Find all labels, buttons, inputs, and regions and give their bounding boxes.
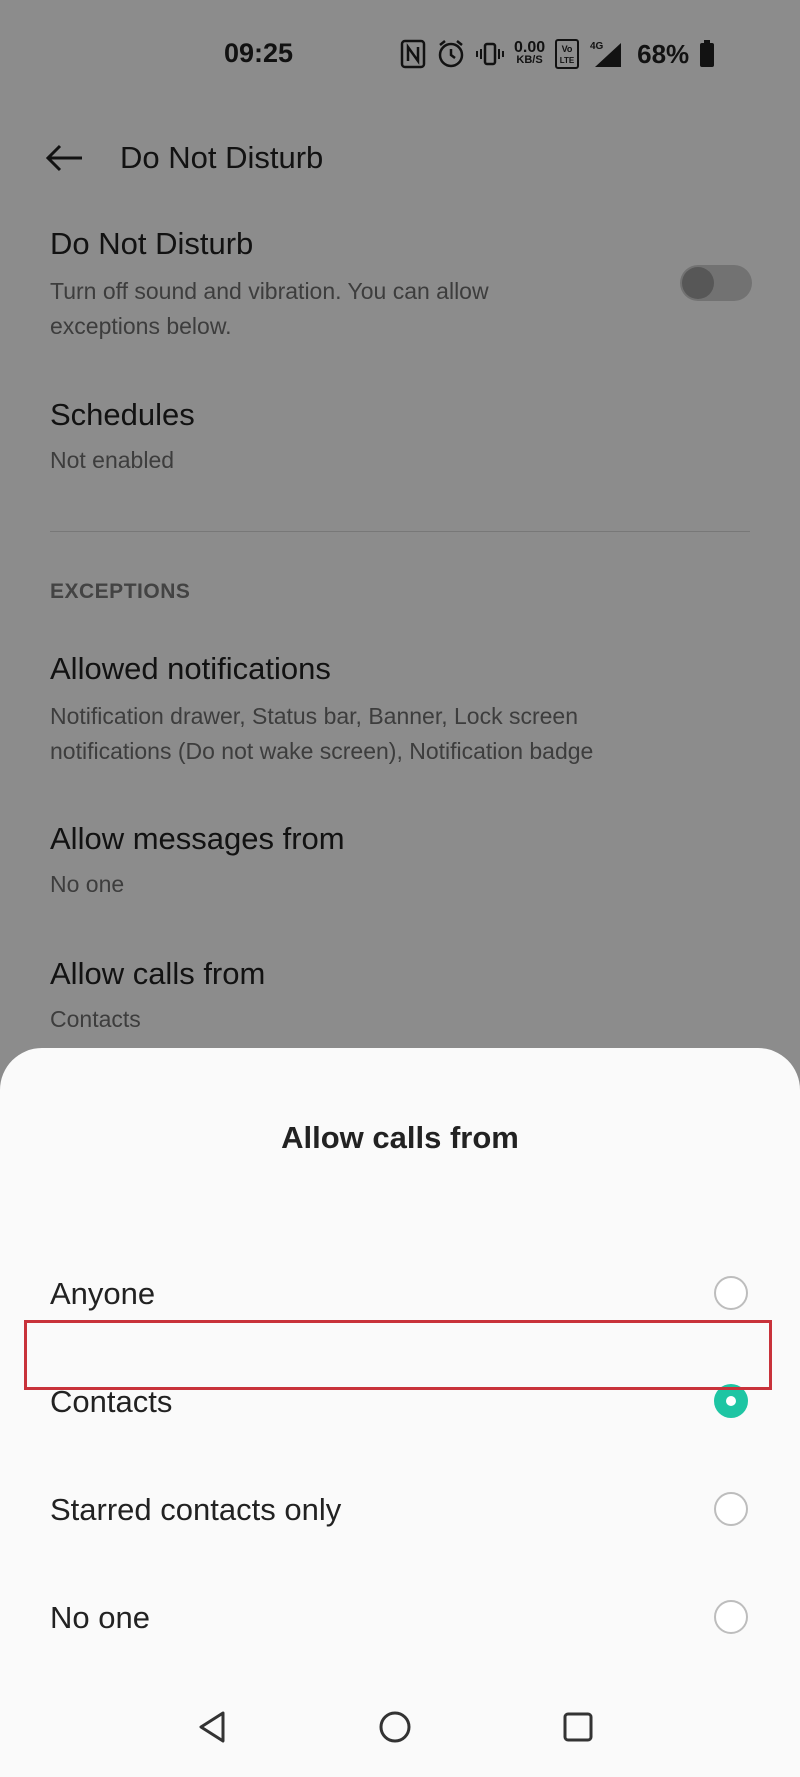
- navigation-bar: [0, 1690, 800, 1777]
- circle-home-icon: [379, 1711, 411, 1743]
- nav-back-button[interactable]: [188, 1702, 238, 1752]
- option-label: Anyone: [50, 1276, 156, 1311]
- option-label: Starred contacts only: [50, 1492, 342, 1527]
- square-recents-icon: [563, 1712, 593, 1742]
- nav-home-button[interactable]: [370, 1702, 420, 1752]
- nav-recents-button[interactable]: [553, 1702, 603, 1752]
- triangle-back-icon: [199, 1711, 225, 1743]
- radio-button[interactable]: [714, 1276, 748, 1310]
- bottom-sheet: Allow calls from Anyone Contacts Starred…: [0, 1048, 800, 1777]
- option-no-one[interactable]: No one: [0, 1570, 800, 1666]
- highlight-annotation: [24, 1320, 772, 1390]
- sheet-title: Allow calls from: [281, 1120, 519, 1155]
- radio-button[interactable]: [714, 1600, 748, 1634]
- option-label: No one: [50, 1600, 150, 1635]
- radio-button[interactable]: [714, 1492, 748, 1526]
- option-starred-contacts[interactable]: Starred contacts only: [0, 1462, 800, 1558]
